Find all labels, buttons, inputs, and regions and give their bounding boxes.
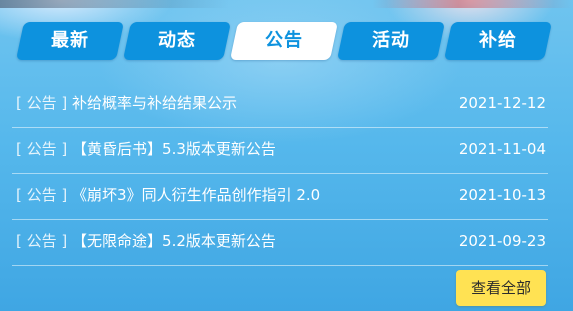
announcement-tag: [ 公告 ] xyxy=(16,186,68,204)
announcement-title-text: 【黄昏后书】5.3版本更新公告 xyxy=(72,140,276,158)
tab-announcements[interactable]: 公告 xyxy=(229,22,339,60)
announcement-title-text: 《崩坏3》同人衍生作品创作指引 2.0 xyxy=(72,186,321,204)
tab-news[interactable]: 动态 xyxy=(122,22,232,60)
announcement-row[interactable]: [ 公告 ] 【无限命途】5.2版本更新公告 2021-09-23 xyxy=(12,220,548,266)
tab-latest[interactable]: 最新 xyxy=(15,22,125,60)
announcement-row[interactable]: [ 公告 ] 【黄昏后书】5.3版本更新公告 2021-11-04 xyxy=(12,128,548,174)
tab-label: 活动 xyxy=(372,30,410,51)
announcement-tag: [ 公告 ] xyxy=(16,94,68,112)
tab-label: 公告 xyxy=(265,30,303,51)
announcement-tag: [ 公告 ] xyxy=(16,232,68,250)
announcement-title[interactable]: [ 公告 ] 补给概率与补给结果公示 xyxy=(16,94,237,112)
announcement-title[interactable]: [ 公告 ] 【黄昏后书】5.3版本更新公告 xyxy=(16,140,276,158)
announcement-row[interactable]: [ 公告 ] 补给概率与补给结果公示 2021-12-12 xyxy=(12,82,548,128)
tab-events[interactable]: 活动 xyxy=(336,22,446,60)
tab-supply[interactable]: 补给 xyxy=(443,22,553,60)
announcement-date: 2021-09-23 xyxy=(458,232,546,250)
announcement-row[interactable]: [ 公告 ] 《崩坏3》同人衍生作品创作指引 2.0 2021-10-13 xyxy=(12,174,548,220)
tab-label: 补给 xyxy=(479,30,517,51)
news-tab-bar: 最新 动态 公告 活动 补给 xyxy=(12,22,553,60)
header-artwork-strip xyxy=(0,0,573,8)
announcement-tag: [ 公告 ] xyxy=(16,140,68,158)
announcement-date: 2021-12-12 xyxy=(458,94,546,112)
tab-label: 最新 xyxy=(51,30,89,51)
announcement-date: 2021-10-13 xyxy=(458,186,546,204)
view-all-button[interactable]: 查看全部 xyxy=(456,270,546,306)
announcement-title[interactable]: [ 公告 ] 《崩坏3》同人衍生作品创作指引 2.0 xyxy=(16,186,320,204)
announcement-list: [ 公告 ] 补给概率与补给结果公示 2021-12-12 [ 公告 ] 【黄昏… xyxy=(12,82,548,266)
announcement-date: 2021-11-04 xyxy=(458,140,546,158)
announcement-title[interactable]: [ 公告 ] 【无限命途】5.2版本更新公告 xyxy=(16,232,276,250)
announcement-title-text: 补给概率与补给结果公示 xyxy=(72,94,238,112)
announcement-title-text: 【无限命途】5.2版本更新公告 xyxy=(72,232,276,250)
tab-label: 动态 xyxy=(158,30,196,51)
